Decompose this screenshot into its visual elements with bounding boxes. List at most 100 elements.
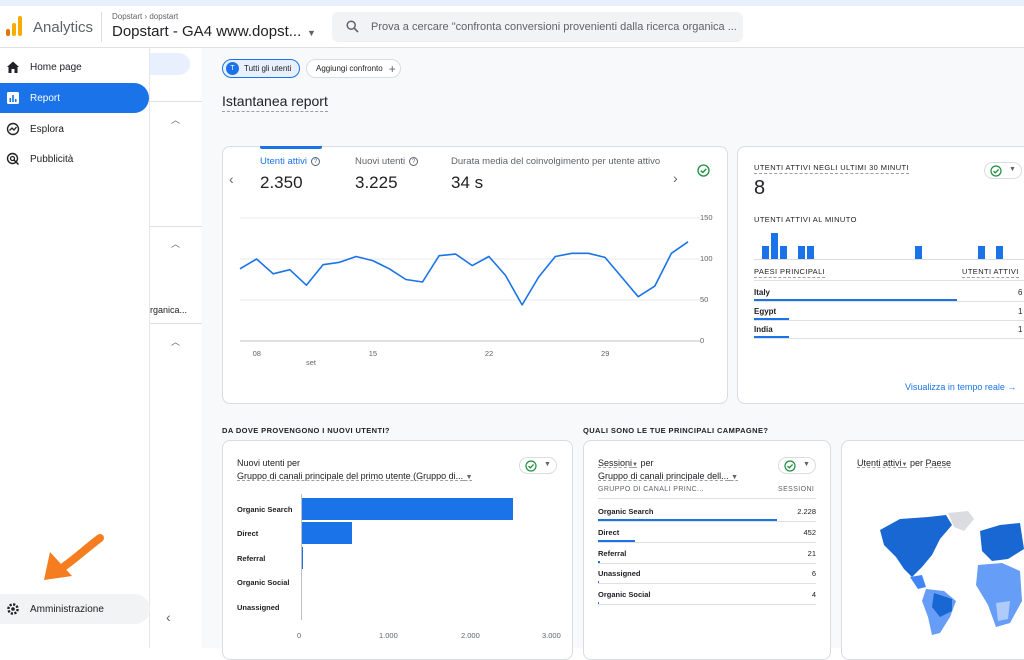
table-row[interactable]: Organic Search2.228 — [598, 507, 816, 516]
segment-chip[interactable]: T Tutti gli utenti — [222, 59, 300, 78]
minute-bar[interactable] — [798, 246, 805, 259]
report-subnav — [150, 48, 202, 648]
x-tick-label: 15 — [369, 349, 377, 358]
subnav-item-text[interactable]: rganica... — [150, 305, 187, 315]
chevron-right-icon[interactable]: › — [673, 170, 678, 186]
geo-metric-label: Utenti attivi — [857, 458, 902, 468]
table-row[interactable]: Direct452 — [598, 528, 816, 537]
table-divider — [598, 521, 816, 522]
table-divider — [754, 301, 1024, 302]
tab-new-users[interactable]: Nuovi utenti? 3.225 — [355, 156, 418, 193]
campaigns-compare-chip[interactable]: ▼ — [778, 457, 816, 474]
subnav-selected-item[interactable] — [150, 53, 190, 75]
nav-explore[interactable]: Esplora — [0, 114, 150, 144]
minute-bar[interactable] — [807, 246, 814, 259]
campaigns-dimension-selector[interactable]: Gruppo di canali principale dell... ▼ — [598, 471, 738, 481]
chevron-up-icon[interactable]: ︿ — [171, 335, 180, 348]
campaigns-col-dimension: GRUPPO DI CANALI PRINC... — [598, 486, 704, 493]
countries-header: PAESI PRINCIPALI — [754, 267, 825, 278]
minute-bar[interactable] — [978, 246, 985, 259]
row-label: Unassigned — [598, 569, 641, 578]
check-circle-icon — [990, 165, 1002, 177]
tab-active-users[interactable]: Utenti attivi? 2.350 — [260, 156, 320, 193]
add-comparison-button[interactable]: Aggiungi confronto + — [306, 59, 401, 78]
row-label: Direct — [598, 528, 619, 537]
table-divider — [754, 320, 1024, 321]
account-breadcrumb[interactable]: Dopstart › dopstart — [112, 12, 178, 21]
property-selector[interactable]: Dopstart - GA4 www.dopst... — [112, 23, 301, 40]
row-label: Organic Search — [598, 507, 653, 516]
annotation-arrow-icon — [40, 532, 106, 584]
chevron-left-icon[interactable]: ‹ — [229, 171, 234, 187]
help-icon[interactable]: ? — [409, 157, 418, 166]
table-row[interactable]: Referral 21 — [598, 549, 816, 558]
country-name: India — [754, 325, 773, 334]
geo-dimension-label[interactable]: Paese — [926, 458, 952, 468]
bar-label: Organic Social — [237, 578, 290, 587]
realtime-link-label: Visualizza in tempo reale — [905, 382, 1005, 392]
tab-engagement[interactable]: Durata media del coinvolgimento per uten… — [451, 156, 660, 193]
table-row[interactable]: Unassigned6 — [598, 569, 816, 578]
new-users-compare-chip[interactable]: ▼ — [519, 457, 557, 474]
check-circle-icon — [784, 460, 796, 472]
table-divider — [598, 583, 816, 584]
list-item: Italy6 — [754, 288, 1024, 297]
search-input[interactable]: Prova a cercare "confronta conversioni p… — [332, 12, 743, 42]
x-axis-month: set — [306, 358, 316, 367]
minute-bar[interactable] — [996, 246, 1003, 259]
check-circle-icon[interactable] — [697, 164, 710, 177]
plus-icon: + — [389, 62, 396, 76]
chevron-up-icon[interactable]: ︿ — [171, 237, 180, 250]
x-tick-label: 0 — [297, 631, 301, 640]
table-divider — [754, 280, 1024, 281]
chevron-down-icon: ▼ — [902, 462, 908, 468]
list-item: Egypt1 — [754, 307, 1024, 316]
y-tick-label: 50 — [700, 295, 708, 304]
series-line-active-users[interactable] — [240, 242, 688, 305]
chevron-up-icon[interactable]: ︿ — [171, 113, 180, 126]
table-divider — [754, 338, 1024, 339]
new-users-title-prefix: Nuovi utenti per — [237, 458, 300, 468]
nav-home[interactable]: Home page — [0, 52, 150, 82]
minute-bar[interactable] — [915, 246, 922, 259]
help-icon[interactable]: ? — [311, 157, 320, 166]
row-label: Organic Social — [598, 590, 651, 599]
row-value: 21 — [808, 549, 816, 558]
minute-bar[interactable] — [771, 233, 778, 259]
y-tick-label: 150 — [700, 213, 713, 222]
minute-bar[interactable] — [762, 246, 769, 259]
users-header: UTENTI ATTIVI — [962, 267, 1019, 278]
collapse-nav-icon[interactable]: ‹ — [166, 609, 171, 625]
map-europe — [980, 523, 1024, 561]
nav-admin-label: Amministrazione — [30, 604, 104, 615]
realtime-compare-chip[interactable]: ▼ — [984, 162, 1022, 179]
tab-engagement-value: 34 s — [451, 173, 660, 193]
row-label: Referral — [598, 549, 626, 558]
realtime-title: UTENTI ATTIVI NEGLI ULTIMI 30 MINUTI — [754, 163, 909, 174]
segment-avatar: T — [226, 62, 239, 75]
bar[interactable] — [301, 498, 513, 520]
nav-admin[interactable]: Amministrazione — [0, 594, 150, 624]
chevron-down-icon[interactable]: ▼ — [307, 28, 316, 38]
nav-explore-label: Esplora — [30, 124, 64, 135]
world-map[interactable] — [870, 505, 1024, 637]
check-circle-icon — [525, 460, 537, 472]
bar[interactable] — [301, 522, 352, 544]
analytics-logo-icon[interactable] — [6, 16, 22, 36]
new-users-dimension-selector[interactable]: Gruppo di canali principale del primo ut… — [237, 471, 473, 481]
realtime-link[interactable]: Visualizza in tempo reale → — [905, 382, 1016, 392]
nav-advertising[interactable]: Pubblicità — [0, 144, 150, 174]
subnav-divider — [150, 226, 202, 227]
geo-metric-selector[interactable]: Utenti attivi▼ — [857, 458, 907, 468]
x-tick-label: 22 — [485, 349, 493, 358]
geo-title-per: per — [910, 458, 923, 468]
table-row[interactable]: Organic Social4 — [598, 590, 816, 599]
country-value: 6 — [1018, 288, 1022, 297]
campaigns-metric-selector[interactable]: Sessioni▼ — [598, 458, 638, 468]
tab-active-users-value: 2.350 — [260, 173, 320, 193]
minute-bar[interactable] — [780, 246, 787, 259]
campaigns-section-title: QUALI SONO LE TUE PRINCIPALI CAMPAGNE? — [583, 426, 768, 435]
tab-active-users-label: Utenti attivi — [260, 156, 307, 167]
explore-icon — [6, 122, 20, 136]
nav-report[interactable]: Report — [0, 83, 149, 113]
